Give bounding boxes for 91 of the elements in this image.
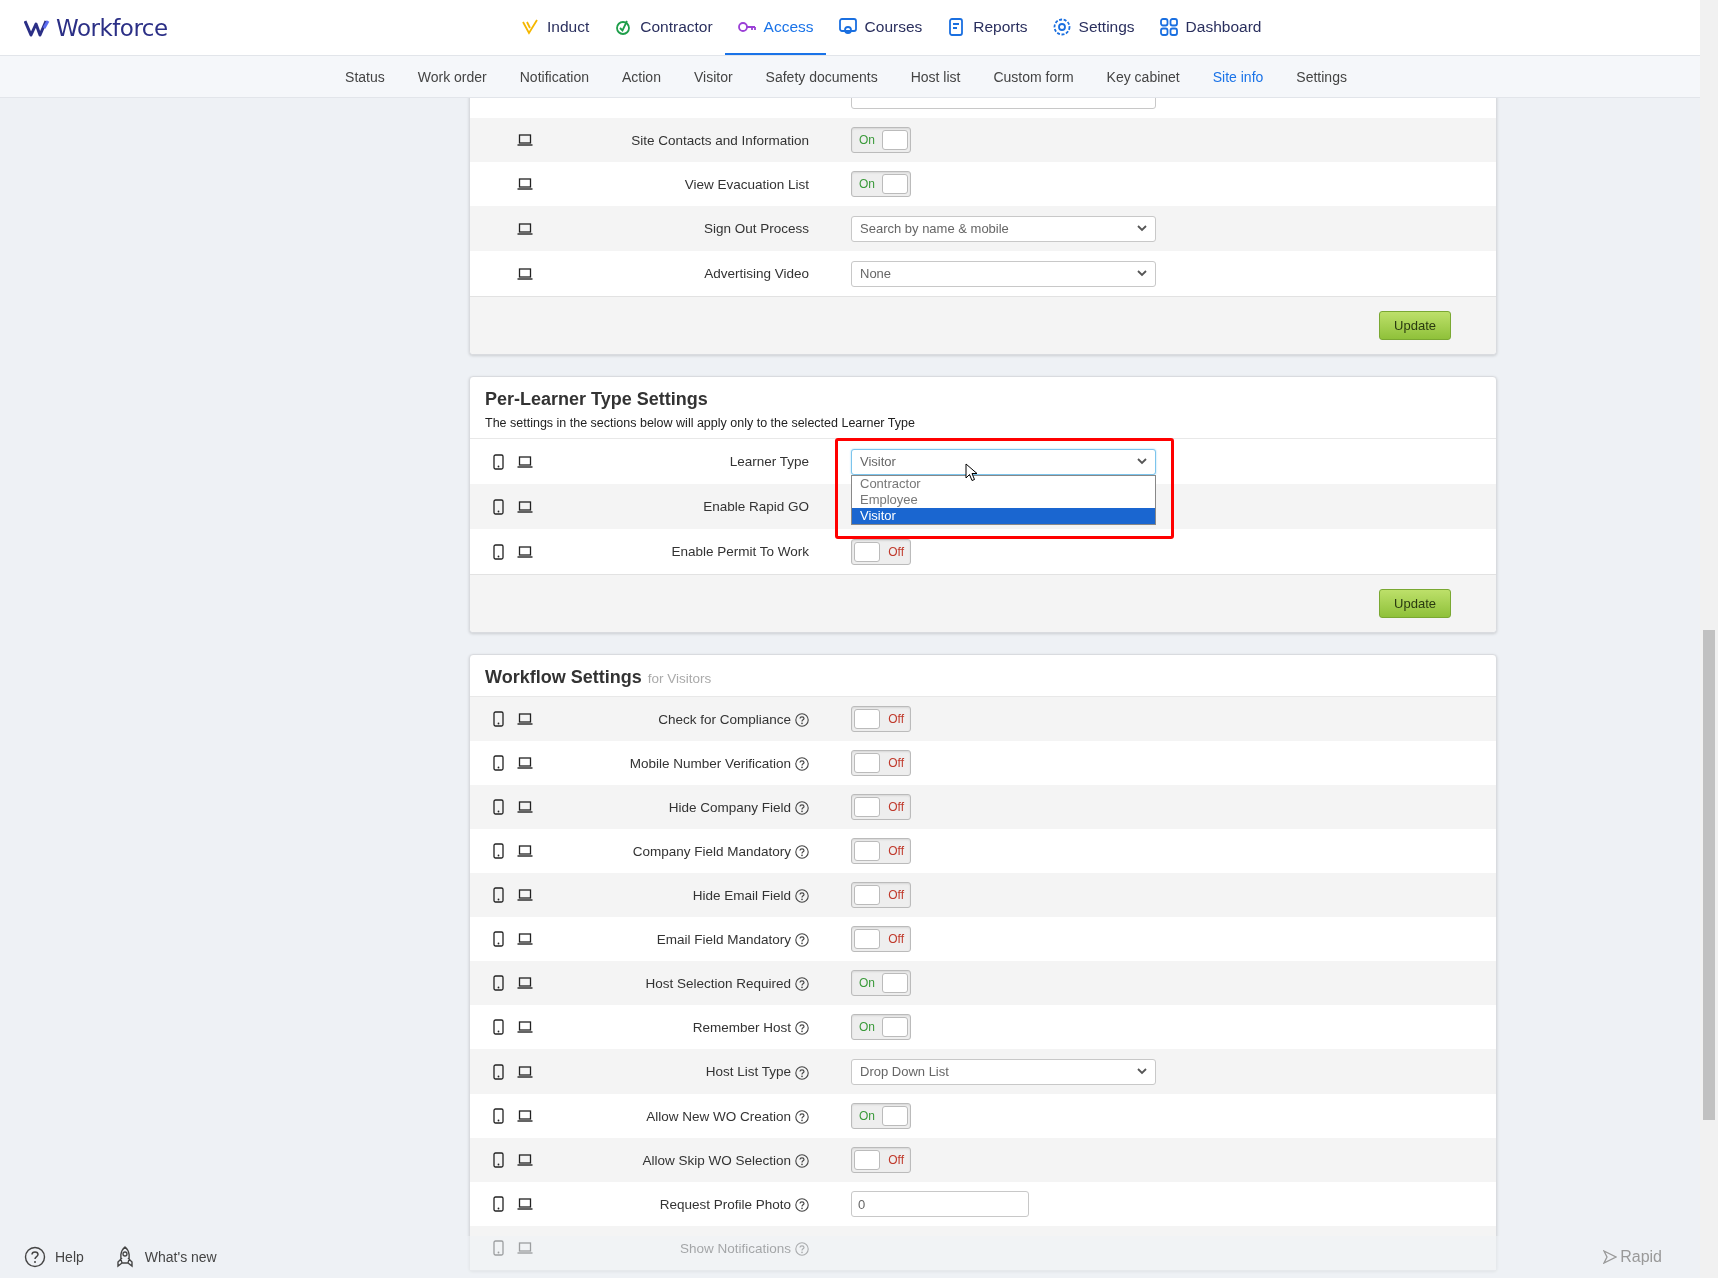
setting-label: Advertising Video [704,266,809,281]
toggle-switch[interactable]: On [851,171,911,197]
toggle-switch[interactable]: Off [851,882,911,908]
dropdown-option[interactable]: Visitor [852,507,1155,524]
nav-icon [837,16,858,37]
dropdown-option[interactable]: Contractor [852,475,1155,492]
dropdown-field[interactable]: Drop Down List [851,1058,1156,1085]
help-icon[interactable] [795,933,809,947]
chevron-down-icon [1137,225,1147,232]
scrollbar-thumb[interactable] [1703,630,1715,1120]
setting-label: Hide Email Field [692,887,791,903]
panel-description: The settings in the sections below will apply only to the selected Learner Type [485,416,916,430]
nav-tab[interactable]: Dashboard [1146,0,1274,55]
help-icon[interactable] [795,1110,809,1124]
panel-subtitle: for Visitors [647,671,712,686]
help-icon[interactable] [795,1021,809,1035]
setting-label: Company Field Mandatory [632,843,791,859]
help-icon[interactable] [795,977,809,991]
dropdown-field[interactable]: Visitor [851,448,1156,475]
update-button[interactable]: Update [1379,589,1451,618]
chevron-down-icon [1137,270,1147,277]
toggle-switch[interactable]: Off [851,750,911,776]
dropdown-field[interactable]: Search by name & mobile [851,215,1156,242]
help-icon[interactable] [795,1198,809,1212]
panel-title: Workflow Settings [485,667,642,688]
sub-nav-tab[interactable]: Settings [1296,68,1347,85]
chevron-down-icon [1137,458,1147,465]
setting-label: Allow New WO Creation [646,1108,791,1124]
setting-label: Show Notifications [679,1240,791,1256]
setting-label: Learner Type [729,454,809,469]
brand-name: Workforce [56,14,168,41]
setting-label: Check for Compliance [658,711,791,727]
send-icon [1603,1250,1618,1264]
setting-label: Mobile Number Verification [629,755,791,771]
help-icon [24,1246,46,1268]
sub-nav-tab[interactable]: Site info [1212,68,1264,85]
toggle-switch[interactable]: Off [851,926,911,952]
setting-label: Host Selection Required [645,975,791,991]
toggle-switch[interactable]: Off [851,794,911,820]
help-icon[interactable] [795,801,809,815]
sub-nav-tab[interactable]: Custom form [993,68,1074,85]
update-button[interactable]: Update [1379,311,1451,340]
nav-icon [1051,16,1072,37]
help-icon[interactable] [795,845,809,859]
nav-icon [1158,16,1179,37]
help-icon[interactable] [795,889,809,903]
help-icon[interactable] [795,1154,809,1168]
nav-tab[interactable]: Contractor [601,0,725,55]
scrollbar[interactable] [1700,0,1718,1278]
sub-nav-tab[interactable]: Safety documents [765,68,878,85]
nav-tab[interactable]: Induct [508,0,602,55]
input-field[interactable]: 0 [851,1191,1029,1217]
help-icon[interactable] [795,1065,809,1080]
setting-label: Email Field Mandatory [656,931,791,947]
setting-label: Allow Skip WO Selection [642,1152,791,1168]
sub-nav-tab[interactable]: Work order [417,68,487,85]
help-link[interactable]: Help [24,1246,84,1268]
footer-brand: Rapid [1603,1248,1662,1266]
sub-nav-tab[interactable]: Action [622,68,661,85]
toggle-switch[interactable]: Off [851,1147,911,1173]
nav-tab[interactable]: Settings [1039,0,1147,55]
setting-label: Enable Rapid GO [703,499,809,514]
toggle-switch[interactable]: On [851,127,911,153]
toggle-switch[interactable]: Off [851,538,911,565]
dropdown-option[interactable]: Employee [852,491,1155,508]
setting-label: Enable Permit To Work [671,544,809,559]
setting-label: Request Profile Photo [659,1196,791,1212]
help-icon[interactable] [795,713,809,727]
sub-nav-tab[interactable]: Visitor [693,68,733,85]
sub-nav-tab[interactable]: Status [345,68,385,85]
setting-label: View Evacuation List [684,176,809,192]
setting-label: Remember Host [692,1019,791,1035]
setting-label: Hide Company Field [668,799,791,815]
toggle-switch[interactable]: Off [851,706,911,732]
nav-tab[interactable]: Courses [825,0,935,55]
sub-nav-tab[interactable]: Host list [910,68,961,85]
chevron-down-icon [1137,1068,1147,1075]
whats-new-link[interactable]: What's new [113,1245,217,1269]
nav-tab[interactable]: Reports [934,0,1040,55]
toggle-switch[interactable]: Off [851,838,911,864]
panel-title: Per-Learner Type Settings [485,389,708,410]
dropdown-field[interactable]: None [851,260,1156,287]
setting-label: Host List Type [705,1064,791,1079]
toggle-switch[interactable]: On [851,970,911,996]
toggle-switch[interactable]: On [851,1103,911,1129]
setting-label: Site Contacts and Information [631,132,809,148]
sub-nav-tab[interactable]: Notification [519,68,589,85]
sub-nav-tab[interactable]: Key cabinet [1106,68,1180,85]
toggle-switch[interactable]: On [851,1014,911,1040]
setting-label: Sign Out Process [703,221,809,236]
help-icon[interactable] [795,757,809,771]
